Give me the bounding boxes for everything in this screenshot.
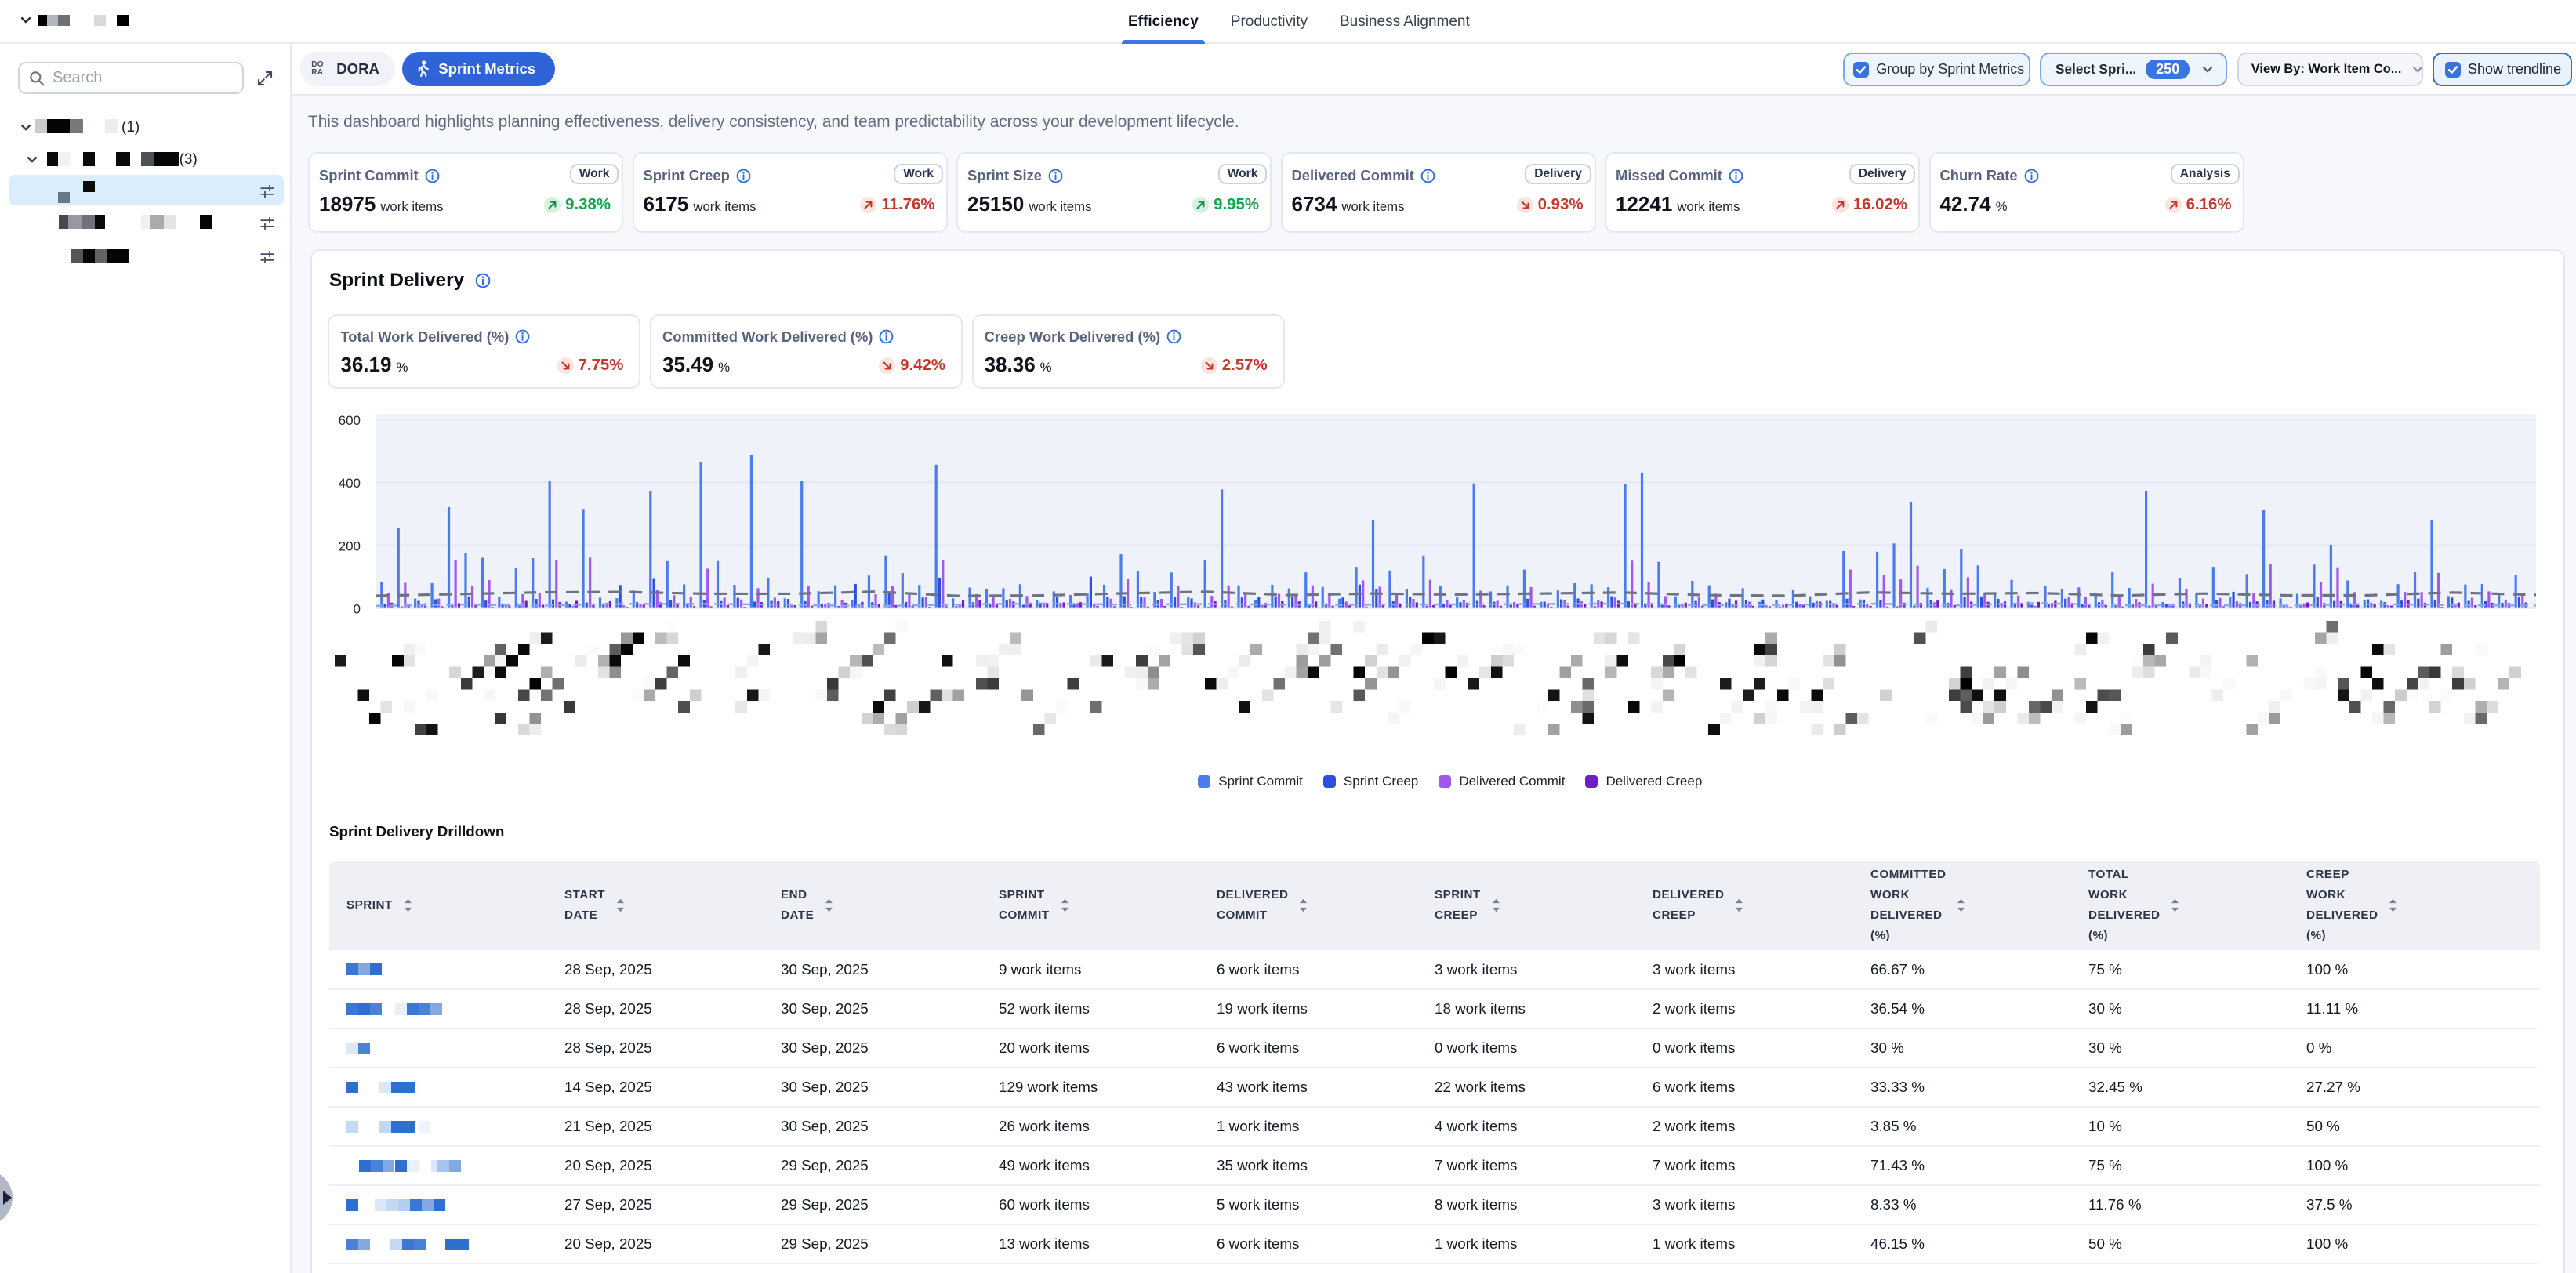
svg-text:0: 0: [354, 601, 361, 616]
svg-text:200: 200: [339, 539, 361, 553]
svg-text:600: 600: [339, 413, 361, 428]
svg-text:400: 400: [339, 476, 361, 491]
